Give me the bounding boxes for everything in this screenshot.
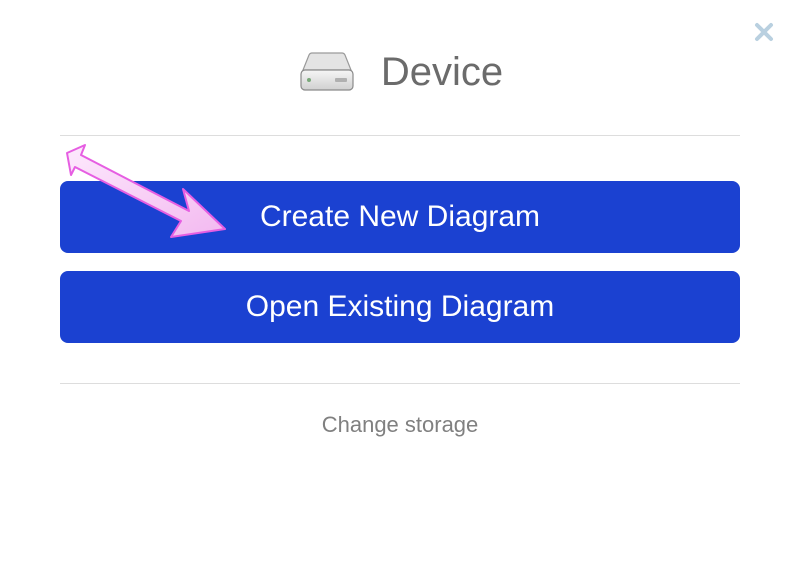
open-existing-diagram-button[interactable]: Open Existing Diagram	[60, 271, 740, 343]
hard-drive-icon	[297, 52, 357, 94]
storage-dialog: Device Create New Diagram Open Existing …	[0, 0, 800, 569]
change-storage-link[interactable]: Change storage	[0, 384, 800, 466]
dialog-title: Device	[381, 50, 503, 95]
close-button[interactable]	[752, 20, 776, 44]
close-icon	[754, 22, 774, 42]
create-new-diagram-button[interactable]: Create New Diagram	[60, 181, 740, 253]
dialog-header: Device	[0, 20, 800, 135]
action-buttons: Create New Diagram Open Existing Diagram	[0, 136, 800, 383]
